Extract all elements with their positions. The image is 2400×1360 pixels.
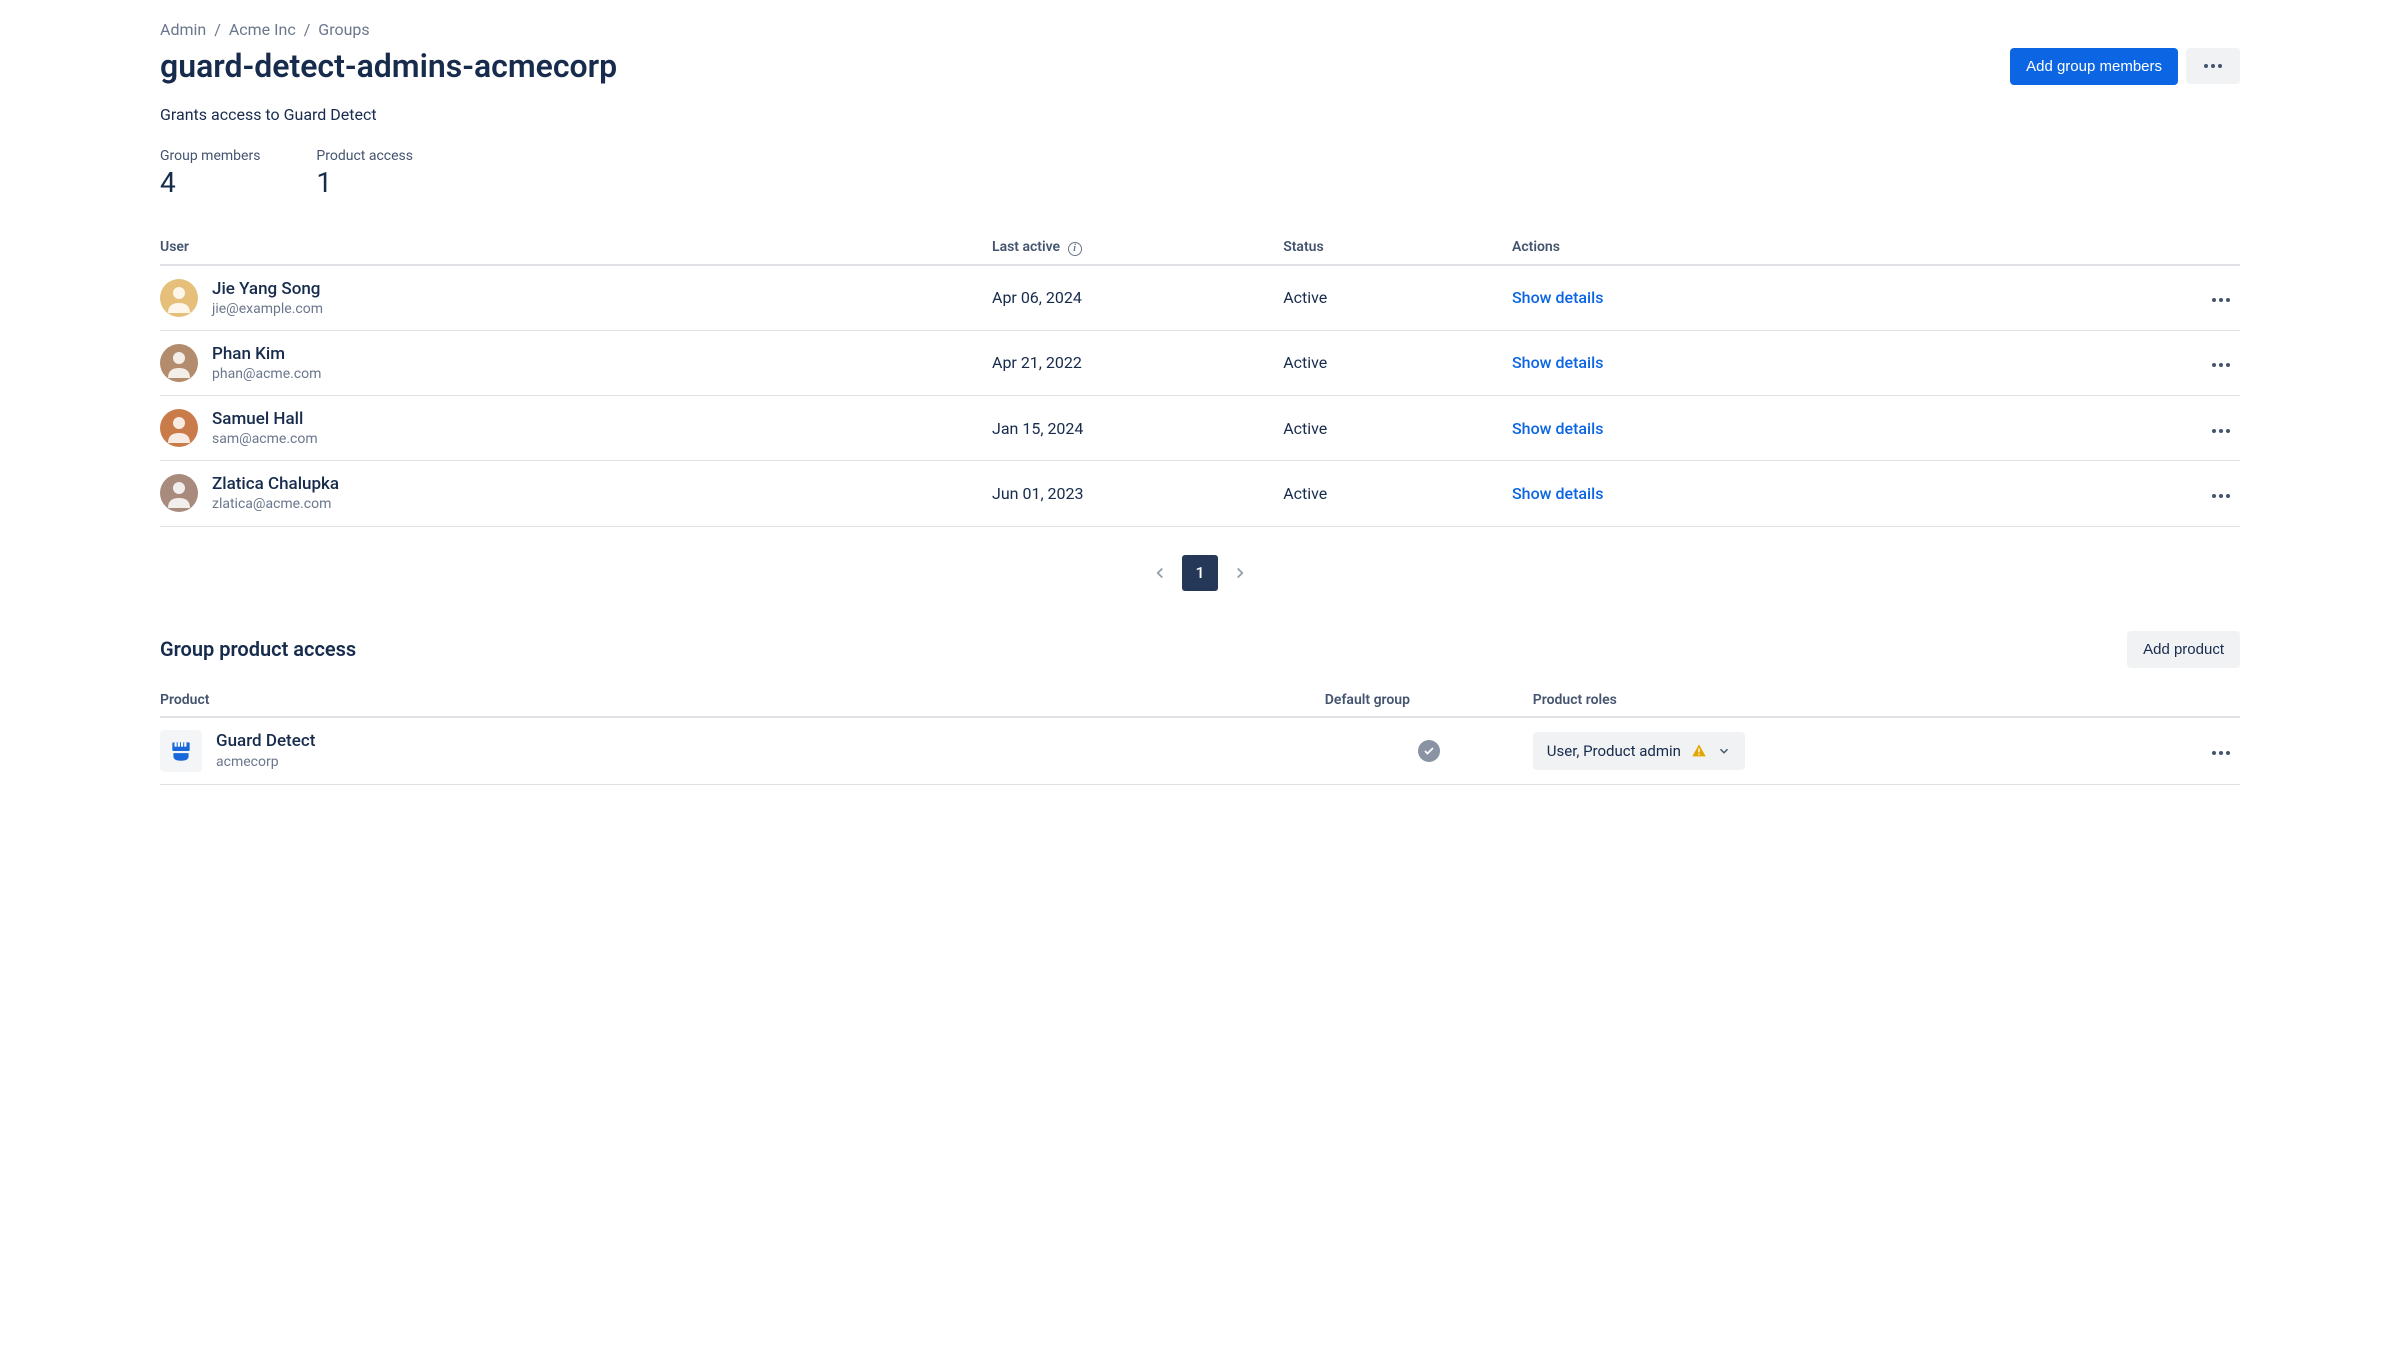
product-name: Guard Detect	[216, 730, 315, 752]
user-email: phan@acme.com	[212, 365, 321, 383]
user-status: Active	[1283, 396, 1512, 461]
show-details-link[interactable]: Show details	[1512, 353, 1603, 372]
pagination-page-1[interactable]: 1	[1182, 555, 1218, 591]
avatar	[160, 344, 198, 382]
row-more-actions-button[interactable]	[2206, 292, 2236, 308]
avatar	[160, 409, 198, 447]
show-details-link[interactable]: Show details	[1512, 288, 1603, 307]
breadcrumb-separator: /	[214, 20, 221, 39]
user-email: zlatica@acme.com	[212, 495, 339, 513]
stat-access: Product access 1	[316, 148, 413, 199]
table-row: Jie Yang Song jie@example.com Apr 06, 20…	[160, 265, 2240, 331]
col-last-active-header: Last active i	[992, 231, 1283, 265]
user-name: Zlatica Chalupka	[212, 473, 339, 495]
product-access-table: Product Default group Product roles	[160, 684, 2240, 785]
product-roles-value: User, Product admin	[1547, 742, 1681, 760]
col-actions-header: Actions	[1512, 231, 2032, 265]
table-row: Zlatica Chalupka zlatica@acme.com Jun 01…	[160, 461, 2240, 526]
avatar	[160, 279, 198, 317]
user-name: Jie Yang Song	[212, 278, 323, 300]
stat-access-label: Product access	[316, 148, 413, 164]
show-details-link[interactable]: Show details	[1512, 419, 1603, 438]
user-last-active: Jan 15, 2024	[992, 396, 1283, 461]
user-status: Active	[1283, 461, 1512, 526]
breadcrumb-org[interactable]: Acme Inc	[229, 20, 296, 39]
user-status: Active	[1283, 330, 1512, 395]
row-more-actions-button[interactable]	[2206, 488, 2236, 504]
product-org: acmecorp	[216, 753, 315, 771]
add-group-members-button[interactable]: Add group members	[2010, 48, 2178, 85]
stats-row: Group members 4 Product access 1	[160, 148, 2240, 199]
col-product-roles-header: Product roles	[1533, 684, 2095, 717]
user-status: Active	[1283, 265, 1512, 331]
user-last-active: Jun 01, 2023	[992, 461, 1283, 526]
product-access-title: Group product access	[160, 637, 356, 661]
pagination-next-button[interactable]	[1222, 555, 1258, 591]
row-more-actions-button[interactable]	[2206, 745, 2236, 761]
user-last-active: Apr 21, 2022	[992, 330, 1283, 395]
user-email: jie@example.com	[212, 300, 323, 318]
stat-members-label: Group members	[160, 148, 260, 164]
col-default-group-header: Default group	[1325, 684, 1533, 717]
users-table: User Last active i Status Actions Jie Ya…	[160, 231, 2240, 527]
breadcrumb: Admin / Acme Inc / Groups	[160, 20, 2240, 39]
stat-access-value: 1	[316, 166, 413, 199]
user-name: Samuel Hall	[212, 408, 318, 430]
chevron-right-icon	[1231, 564, 1249, 582]
product-roles-select[interactable]: User, Product admin	[1533, 732, 1745, 770]
more-horizontal-icon	[2198, 58, 2228, 74]
info-icon[interactable]: i	[1068, 242, 1082, 256]
pagination-prev-button[interactable]	[1142, 555, 1178, 591]
default-group-check-icon	[1418, 740, 1440, 762]
table-row: Guard Detect acmecorp User, Product admi…	[160, 717, 2240, 785]
guard-detect-icon	[168, 738, 194, 764]
add-product-button[interactable]: Add product	[2127, 631, 2240, 668]
table-row: Phan Kim phan@acme.com Apr 21, 2022 Acti…	[160, 330, 2240, 395]
col-product-header: Product	[160, 684, 1325, 717]
product-icon	[160, 730, 202, 772]
row-more-actions-button[interactable]	[2206, 357, 2236, 373]
avatar	[160, 474, 198, 512]
pagination: 1	[160, 555, 2240, 591]
breadcrumb-groups[interactable]: Groups	[318, 20, 369, 39]
chevron-left-icon	[1151, 564, 1169, 582]
user-name: Phan Kim	[212, 343, 321, 365]
user-email: sam@acme.com	[212, 430, 318, 448]
stat-members: Group members 4	[160, 148, 260, 199]
breadcrumb-separator: /	[304, 20, 311, 39]
group-description: Grants access to Guard Detect	[160, 105, 2240, 124]
chevron-down-icon	[1717, 744, 1731, 758]
stat-members-value: 4	[160, 166, 260, 199]
breadcrumb-admin[interactable]: Admin	[160, 20, 206, 39]
col-user-header: User	[160, 231, 992, 265]
more-actions-button[interactable]	[2186, 48, 2240, 84]
warning-icon	[1691, 743, 1707, 759]
table-row: Samuel Hall sam@acme.com Jan 15, 2024 Ac…	[160, 396, 2240, 461]
page-title: guard-detect-admins-acmecorp	[160, 47, 617, 85]
row-more-actions-button[interactable]	[2206, 423, 2236, 439]
show-details-link[interactable]: Show details	[1512, 484, 1603, 503]
user-last-active: Apr 06, 2024	[992, 265, 1283, 331]
col-status-header: Status	[1283, 231, 1512, 265]
